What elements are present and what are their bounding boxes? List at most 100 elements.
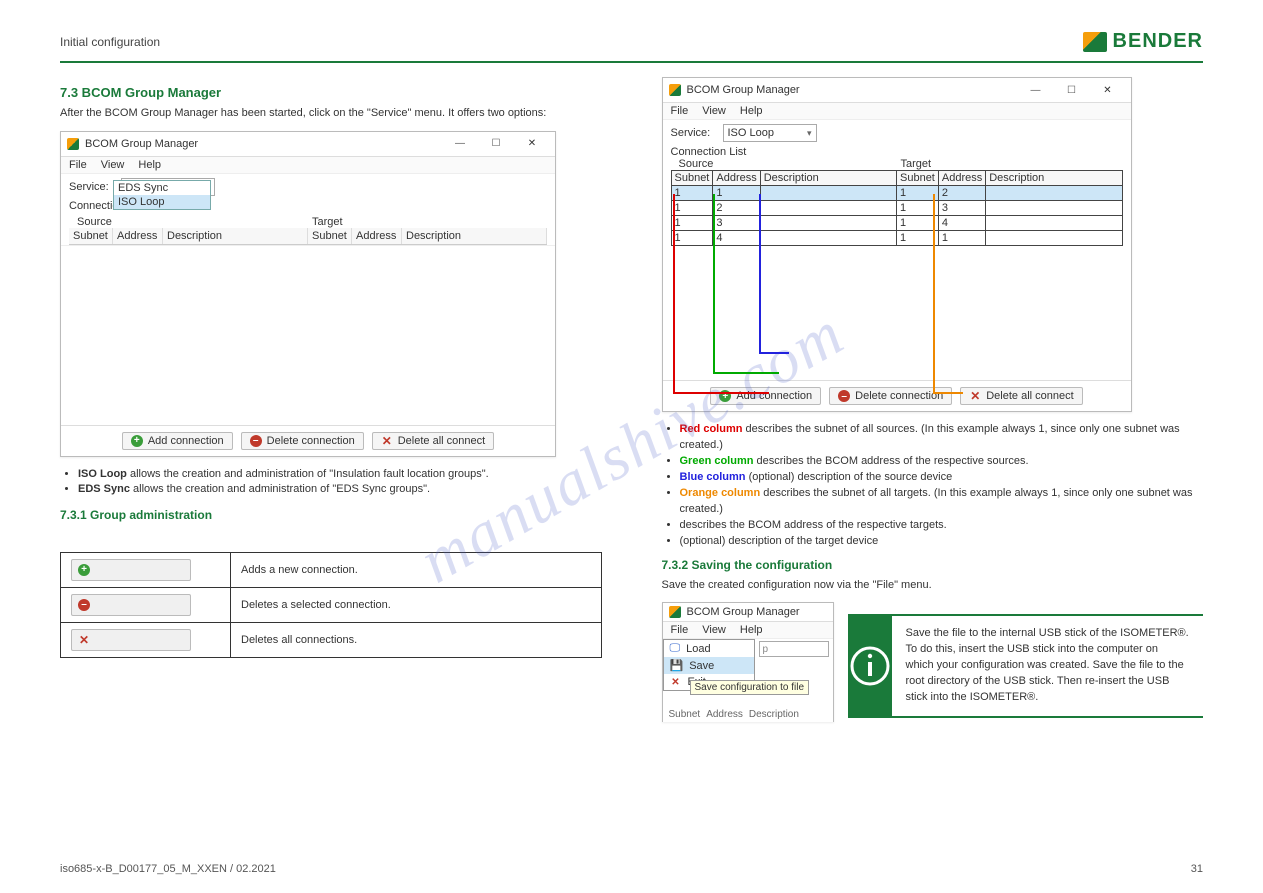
brand-logo: BENDER (1083, 30, 1203, 53)
app-icon (67, 138, 79, 150)
save-tooltip: Save configuration to file (690, 680, 810, 695)
connection-grid-empty (61, 245, 555, 425)
delete-all-button[interactable]: ✕ Delete all connect (372, 432, 494, 450)
add-connection-button[interactable]: +Add connection (122, 432, 233, 450)
minus-icon: – (78, 599, 90, 611)
button-legend-table: + Adds a new connection. – Deletes a sel… (60, 552, 602, 658)
add-connection-label: Add connection (148, 435, 224, 447)
col-desc-2: Green column describes the BCOM address … (680, 454, 1204, 470)
menu-help[interactable]: Help (740, 624, 763, 636)
service-select[interactable]: ISO Loop ▾ (723, 124, 817, 142)
app-window-right: BCOM Group Manager — ☐ ✕ File View Help … (662, 77, 1132, 412)
legend-del-text: Deletes a selected connection. (231, 587, 602, 622)
table-cell (986, 216, 1122, 231)
col-desc-3: Blue column (optional) description of th… (680, 470, 1204, 486)
info-text: Save the file to the internal USB stick … (892, 616, 1204, 716)
menu-file[interactable]: File (671, 624, 689, 636)
menu-view[interactable]: View (101, 159, 125, 171)
source-header: Source (671, 158, 901, 170)
page-footer: iso685-x-B_D00177_05_M_XXEN / 02.2021 31 (60, 863, 1203, 875)
col-address-t: Address (352, 228, 402, 244)
target-header: Target (312, 216, 547, 228)
col-subnet: Subnet (671, 171, 713, 186)
close-button[interactable]: ✕ (1091, 81, 1125, 99)
delete-all-button[interactable]: ✕Delete all connect (960, 387, 1082, 405)
window-title: BCOM Group Manager (687, 84, 800, 96)
menu-view[interactable]: View (702, 624, 726, 636)
dropdown-option-iso[interactable]: ISO Loop (114, 195, 210, 209)
app-icon (669, 84, 681, 96)
brand-name: BENDER (1113, 30, 1203, 53)
minimize-button[interactable]: — (1019, 81, 1053, 99)
info-icon (848, 616, 892, 716)
menu-view[interactable]: View (702, 105, 726, 117)
table-cell (986, 201, 1122, 216)
col-subnet-t: Subnet (308, 228, 352, 244)
column-annotation-brackets (671, 250, 1123, 380)
col-subnet-t: Subnet (897, 171, 939, 186)
menu-help[interactable]: Help (138, 159, 161, 171)
col-address: Address (713, 171, 760, 186)
service-select-value: ISO Loop (728, 127, 774, 139)
load-icon: 🖵 (670, 642, 681, 655)
file-menu-screenshot: BCOM Group Manager File View Help 🖵Load … (662, 602, 834, 722)
subsection-title: 7.3.1 Group administration (60, 508, 602, 522)
service-label: Service: (69, 181, 113, 193)
section-title: 7.3 BCOM Group Manager (60, 85, 602, 100)
info-note: Save the file to the internal USB stick … (848, 614, 1204, 718)
close-button[interactable]: ✕ (515, 135, 549, 153)
col-description-t: Description (986, 171, 1122, 186)
legend-delall-text: Deletes all connections. (231, 622, 602, 657)
delete-all-label: Delete all connect (986, 390, 1073, 402)
connection-list-label: Connection List (663, 146, 1131, 158)
legend-delall-button: ✕ (71, 629, 191, 651)
maximize-button[interactable]: ☐ (1055, 81, 1089, 99)
delete-connection-button[interactable]: –Delete connection (241, 432, 364, 450)
save-icon: 💾 (670, 659, 684, 672)
legend-add-button: + (71, 559, 191, 581)
delete-all-label: Delete all connect (398, 435, 485, 447)
label-description: Description (749, 709, 799, 720)
footer-doc-id: iso685-x-B_D00177_05_M_XXEN / 02.2021 (60, 863, 276, 875)
chevron-down-icon: ▾ (807, 128, 812, 139)
target-header: Target (901, 158, 1123, 170)
bullet-iso: ISO Loop allows the creation and adminis… (78, 467, 602, 482)
label-address: Address (706, 709, 743, 720)
minimize-button[interactable]: — (443, 135, 477, 153)
dropdown-option-eds[interactable]: EDS Sync (114, 181, 210, 195)
save-subsection-title: 7.3.2 Saving the configuration (662, 558, 1204, 572)
legend-del-button: – (71, 594, 191, 616)
breadcrumb: Initial configuration (60, 35, 160, 49)
maximize-button[interactable]: ☐ (479, 135, 513, 153)
intro-paragraph: After the BCOM Group Manager has been st… (60, 106, 602, 121)
delete-connection-label: Delete connection (855, 390, 943, 402)
window-title: BCOM Group Manager (687, 606, 800, 618)
x-icon: ✕ (381, 435, 393, 447)
x-icon: ✕ (78, 634, 90, 646)
menu-file[interactable]: File (69, 159, 87, 171)
col-desc-5: describes the BCOM address of the respec… (680, 518, 1204, 534)
footer-page-number: 31 (1191, 863, 1203, 875)
service-dropdown[interactable]: EDS Sync ISO Loop (113, 180, 211, 210)
col-desc-6: (optional) description of the target dev… (680, 534, 1204, 550)
window-title: BCOM Group Manager (85, 138, 198, 150)
file-save[interactable]: 💾Save (664, 657, 754, 674)
service-label: Service: (671, 127, 715, 139)
bullet-eds: EDS Sync allows the creation and adminis… (78, 482, 602, 497)
minus-icon: – (250, 435, 262, 447)
menu-help[interactable]: Help (740, 105, 763, 117)
minus-icon: – (838, 390, 850, 402)
file-load[interactable]: 🖵Load (664, 640, 754, 657)
service-select-partial: p (759, 641, 829, 657)
col-desc-1: Red column describes the subnet of all s… (680, 422, 1204, 454)
menu-file[interactable]: File (671, 105, 689, 117)
col-subnet: Subnet (69, 228, 113, 244)
legend-add-text: Adds a new connection. (231, 552, 602, 587)
page-header: Initial configuration BENDER (60, 30, 1203, 53)
col-description: Description (163, 228, 308, 244)
col-address: Address (113, 228, 163, 244)
source-header: Source (69, 216, 312, 228)
col-description: Description (760, 171, 896, 186)
col-desc-4: Orange column describes the subnet of al… (680, 486, 1204, 518)
plus-icon: + (78, 564, 90, 576)
